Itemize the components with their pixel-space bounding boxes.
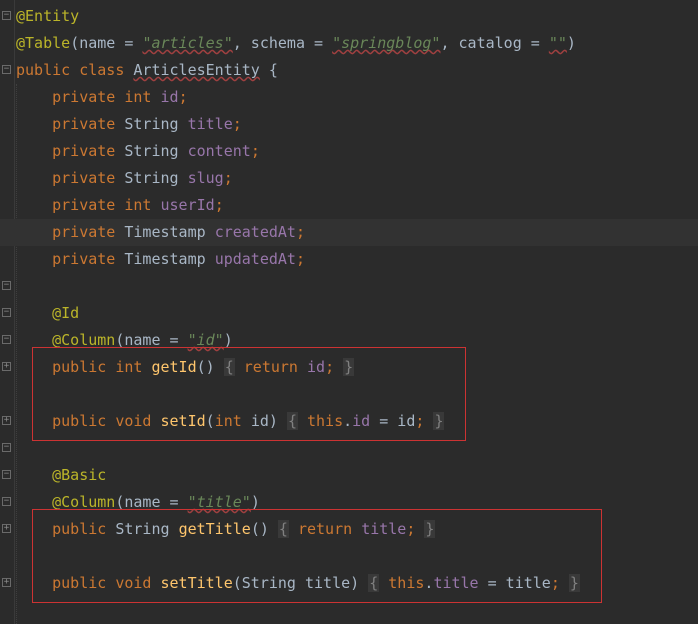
code-token: content (187, 142, 251, 160)
code-token: String (124, 115, 188, 133)
fold-collapse-icon[interactable] (2, 470, 11, 479)
code-token: id (160, 88, 179, 106)
code-token: @Basic (52, 466, 107, 484)
highlight-box (32, 347, 466, 441)
code-token: String (124, 142, 188, 160)
code-text: @Basic (16, 462, 106, 489)
fold-expand-icon[interactable] (2, 416, 11, 425)
code-token: "articles" (142, 34, 233, 52)
code-token: Timestamp (124, 223, 215, 241)
code-token: , schema = (232, 34, 333, 52)
fold-collapse-icon[interactable] (2, 65, 11, 74)
code-line[interactable]: private String content; (0, 138, 698, 165)
code-text: @Id (16, 300, 79, 327)
fold-collapse-icon[interactable] (2, 11, 11, 20)
code-token: userId (160, 196, 215, 214)
code-line[interactable]: public class ArticlesEntity { (0, 57, 698, 84)
code-text: private Timestamp updatedAt; (16, 246, 305, 273)
code-token: ; (232, 115, 242, 133)
fold-expand-icon[interactable] (2, 524, 11, 533)
code-token: slug (187, 169, 224, 187)
code-line[interactable]: private Timestamp createdAt; (0, 219, 698, 246)
code-token: createdAt (214, 223, 296, 241)
code-token: ; (295, 250, 305, 268)
code-token: ArticlesEntity (133, 61, 260, 79)
code-token: { (259, 61, 278, 79)
fold-collapse-icon[interactable] (2, 335, 11, 344)
code-token: @Id (52, 304, 80, 322)
code-token: updatedAt (214, 250, 296, 268)
code-token: private (52, 169, 125, 187)
code-token: @Table (16, 34, 71, 52)
code-text: private Timestamp createdAt; (16, 219, 305, 246)
fold-collapse-icon[interactable] (2, 497, 11, 506)
code-editor[interactable]: @Entity @Table(name = "articles", schema … (0, 0, 698, 624)
code-line[interactable]: @Table(name = "articles", schema = "spri… (0, 30, 698, 57)
code-text: @Entity (16, 3, 79, 30)
code-text: private int userId; (16, 192, 224, 219)
fold-expand-icon[interactable] (2, 578, 11, 587)
code-token: ; (178, 88, 188, 106)
fold-collapse-icon[interactable] (2, 281, 11, 290)
code-token: "springblog" (332, 34, 441, 52)
code-token: Timestamp (124, 250, 215, 268)
code-token: title (187, 115, 233, 133)
code-line[interactable]: private int userId; (0, 192, 698, 219)
code-token: private (52, 115, 125, 133)
code-line[interactable]: private String slug; (0, 165, 698, 192)
code-token: , catalog = (440, 34, 549, 52)
code-token: String (124, 169, 188, 187)
code-text: @Table(name = "articles", schema = "spri… (16, 30, 576, 57)
code-token: ; (295, 223, 305, 241)
code-token: ) (566, 34, 576, 52)
code-token: @Entity (16, 7, 80, 25)
code-line[interactable]: private String title; (0, 111, 698, 138)
code-token: ; (250, 142, 260, 160)
code-text: public class ArticlesEntity { (16, 57, 278, 84)
code-text: private String title; (16, 111, 242, 138)
fold-expand-icon[interactable] (2, 362, 11, 371)
code-line[interactable]: @Basic (0, 462, 698, 489)
fold-collapse-icon[interactable] (2, 308, 11, 317)
code-line[interactable]: @Entity (0, 3, 698, 30)
code-token: private (52, 223, 125, 241)
code-text: private String slug; (16, 165, 233, 192)
code-line[interactable]: @Id (0, 300, 698, 327)
code-text: private int id; (16, 84, 188, 111)
code-line[interactable] (0, 273, 698, 300)
code-token: (name = (70, 34, 143, 52)
code-token: private (52, 250, 125, 268)
highlight-box (32, 509, 602, 603)
code-token: public class (16, 61, 134, 79)
code-line[interactable]: private int id; (0, 84, 698, 111)
fold-collapse-icon[interactable] (2, 443, 11, 452)
code-token: private (52, 142, 125, 160)
code-token: private int (52, 88, 161, 106)
code-text: private String content; (16, 138, 260, 165)
code-token: "" (548, 34, 567, 52)
code-token: ; (223, 169, 233, 187)
code-line[interactable]: private Timestamp updatedAt; (0, 246, 698, 273)
code-token: private int (52, 196, 161, 214)
code-token: ; (214, 196, 224, 214)
